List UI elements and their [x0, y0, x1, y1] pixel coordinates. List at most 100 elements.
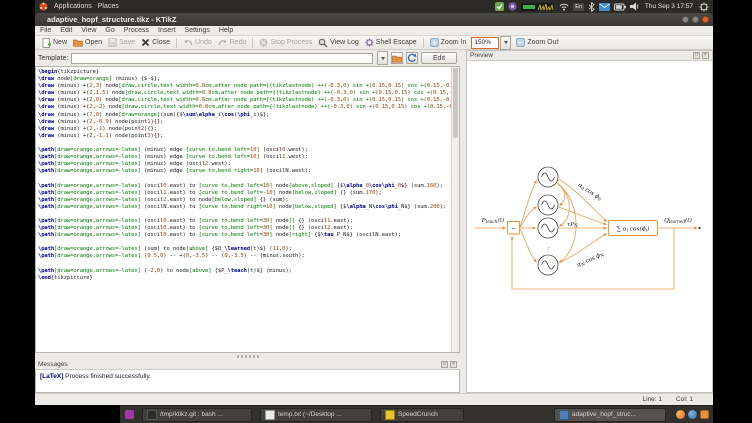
code-line: \draw (minus) +(7,0) node[draw=orange](s… [38, 112, 452, 119]
undo-icon [183, 38, 193, 47]
code-line: \path[draw=orange,arrows=-latex] (oscil1… [38, 190, 452, 197]
window-title: adaptive_hopf_structure.tikz - KTikZ [47, 15, 176, 24]
messages-panel-header: Messages □ × [35, 359, 460, 370]
template-combobox[interactable] [71, 53, 373, 64]
menubar: File Edit View Go Process Insert Setting… [35, 26, 713, 36]
edge-label-top: α0 cos ϕ0 [577, 182, 603, 202]
template-browse-button[interactable] [391, 52, 403, 64]
close-panel-icon[interactable]: × [702, 52, 709, 59]
preview-canvas: − ⋮ ∑ αi cos(ϕi) Pteach(t) Qlearned(t) α… [467, 61, 712, 392]
view-log-icon [318, 38, 328, 47]
shell-escape-button[interactable]: Shell Escape [365, 38, 417, 47]
code-editor[interactable]: \begin{tikzpicture}\draw node[draw=orang… [35, 66, 460, 353]
menu-process[interactable]: Process [124, 27, 149, 34]
taskbar-item-terminal[interactable]: /tmp/ktikz.git : bash ... [142, 408, 252, 422]
code-line [38, 239, 452, 246]
preview-pane: Preview □ × [466, 50, 713, 393]
undo-button[interactable]: Undo [183, 38, 212, 47]
menu-view[interactable]: View [81, 27, 96, 34]
input-label: Pteach(t) [481, 217, 504, 224]
bluetooth-icon[interactable] [588, 2, 595, 12]
minimize-button[interactable] [682, 16, 689, 23]
app-icon[interactable] [688, 410, 697, 419]
shell-escape-label: Shell Escape [376, 39, 417, 46]
places-menu[interactable]: Places [98, 3, 119, 10]
top-panel: Applications Places En Thu Sep 3 17:57 [35, 0, 713, 13]
float-panel-icon[interactable]: □ [693, 52, 700, 59]
folder-icon [392, 54, 402, 63]
text-file-icon [265, 410, 275, 420]
wifi-icon[interactable] [559, 2, 569, 11]
editor-scrollbar-thumb[interactable] [453, 68, 458, 138]
app-indicator-icon[interactable] [508, 2, 517, 11]
chart-app-icon[interactable] [700, 410, 709, 419]
float-panel-icon[interactable]: □ [441, 361, 448, 368]
taskbar-item-speedcrunch[interactable]: SpeedCrunch [380, 408, 464, 422]
session-gear-icon[interactable] [699, 2, 709, 12]
menu-insert[interactable]: Insert [158, 27, 176, 34]
clock[interactable]: Thu Sep 3 17:57 [645, 3, 693, 10]
bottom-taskbar: /tmp/ktikz.git : bash ... temp.txt (~/De… [120, 405, 713, 423]
template-reload-button[interactable] [406, 52, 418, 64]
code-line: \path[draw=orange,arrows=-latex] (minus)… [38, 147, 452, 154]
zoom-level-value[interactable]: 150% [471, 37, 499, 49]
taskbar-item-tempfile[interactable]: temp.txt (~/Desktop ... [260, 408, 372, 422]
output-label: Qlearned(t) [664, 217, 692, 224]
close-file-button[interactable]: Close [141, 38, 170, 47]
new-button[interactable]: New [42, 38, 67, 48]
applications-menu[interactable]: Applications [54, 3, 92, 10]
menu-settings[interactable]: Settings [185, 27, 210, 34]
template-edit-button[interactable]: Edit [421, 52, 457, 64]
status-col: Col: 1 [676, 396, 693, 403]
firefox-icon[interactable] [676, 410, 685, 419]
zoom-level-dropdown[interactable] [500, 36, 511, 50]
close-button[interactable] [702, 16, 709, 23]
preview-panel-header: Preview □ × [467, 51, 712, 61]
toolbar-separator [252, 38, 253, 48]
window-titlebar[interactable]: adaptive_hopf_structure.tikz - KTikZ [35, 13, 713, 26]
zoom-in-button[interactable]: Zoom In [430, 38, 467, 47]
preview-diagram: − ⋮ ∑ αi cos(ϕi) Pteach(t) Qlearned(t) α… [467, 61, 712, 392]
view-log-button[interactable]: View Log [318, 38, 359, 47]
close-panel-icon[interactable]: × [450, 361, 457, 368]
open-button[interactable]: Open [73, 38, 102, 47]
toolbar-separator [423, 38, 424, 48]
code-line: \draw (minus) +(2,1.5) node[draw,circle,… [38, 90, 452, 97]
messaging-icon[interactable] [599, 3, 610, 11]
workspace-icon[interactable] [125, 410, 134, 419]
code-line: \path[draw=orange,arrows=-latex] (oscil2… [38, 197, 452, 204]
template-dropdown[interactable] [377, 51, 388, 65]
code-line: \path[draw=orange,arrows=-latex] (-2,0) … [38, 268, 452, 275]
calculator-icon [385, 410, 395, 420]
editor-scrollbar[interactable] [451, 67, 459, 352]
menu-go[interactable]: Go [105, 27, 114, 34]
updates-icon[interactable] [495, 2, 504, 11]
taskbar-item-ktikz[interactable]: adaptive_hopf_struc... [554, 408, 666, 422]
edit-label: Edit [433, 55, 445, 62]
redo-button[interactable]: Redo [218, 38, 247, 47]
code-line: \path[draw=orange,arrows=-latex] (oscil0… [38, 232, 452, 239]
ubuntu-logo-icon[interactable] [39, 2, 48, 11]
save-disk-icon [108, 38, 117, 47]
menu-file[interactable]: File [40, 27, 51, 34]
view-log-label: View Log [330, 39, 359, 46]
keyboard-layout-indicator[interactable]: En [573, 3, 584, 11]
code-line: \draw (minus) +(2,0) node[draw,circle,te… [38, 97, 452, 104]
stop-process-button[interactable]: Stop Process [259, 38, 312, 47]
zoom-out-label: Zoom Out [527, 39, 558, 46]
code-line: \path[draw=orange,arrows=-latex] (oscilN… [38, 204, 452, 211]
message-text: Process finished successfully. [63, 373, 151, 380]
menu-edit[interactable]: Edit [60, 27, 72, 34]
menu-help[interactable]: Help [219, 27, 233, 34]
undo-label: Undo [195, 39, 212, 46]
code-editor-text[interactable]: \begin{tikzpicture}\draw node[draw=orang… [36, 67, 452, 352]
battery-icon[interactable] [614, 3, 626, 11]
system-monitor-icon[interactable] [521, 2, 555, 12]
code-line: \path[draw=orange,arrows=-latex] (minus)… [38, 161, 452, 168]
maximize-button[interactable] [692, 16, 699, 23]
chevron-down-icon [381, 57, 385, 60]
zoom-level-combo[interactable]: 150% [471, 36, 511, 50]
zoom-out-button[interactable]: Zoom Out [516, 38, 558, 47]
save-button[interactable]: Save [108, 38, 135, 47]
volume-icon[interactable] [630, 2, 639, 11]
